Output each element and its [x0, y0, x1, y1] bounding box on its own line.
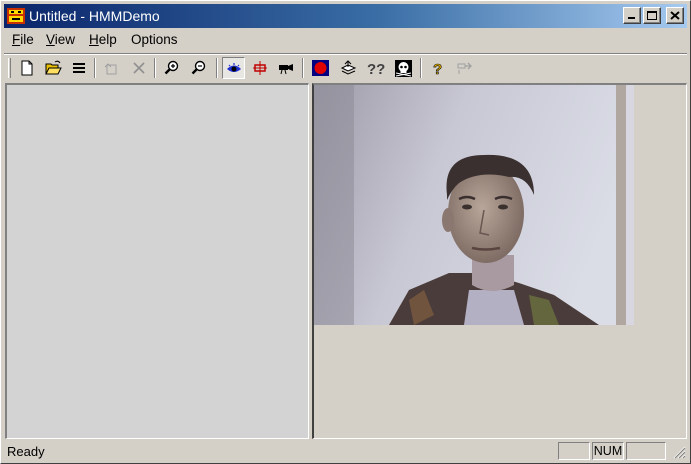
add-to-base-button[interactable] [100, 57, 123, 79]
zoom-out-icon [191, 60, 206, 75]
help-button[interactable]: ? [426, 57, 449, 79]
minimize-button[interactable] [623, 7, 641, 24]
status-bar: Ready NUM [4, 441, 687, 461]
size-grip-icon[interactable] [672, 445, 686, 459]
menu-help-rest: elp [98, 32, 117, 47]
recognize-button[interactable]: ?? [364, 57, 387, 79]
camera-view-pane[interactable] [312, 83, 687, 439]
menu-file-rest: ile [20, 32, 34, 47]
camera-button[interactable] [275, 57, 298, 79]
hmmdemo-app-icon[interactable] [7, 7, 25, 25]
context-help-icon [457, 62, 472, 74]
status-indicator-num: NUM [592, 442, 624, 460]
status-text: Ready [7, 444, 45, 459]
menu-help[interactable]: Help [89, 32, 117, 47]
toolbar-separator [216, 58, 218, 78]
toolbar-grip[interactable] [8, 58, 11, 78]
toolbar: ?? ? [4, 53, 687, 81]
eye-icon [227, 63, 241, 72]
menu-options[interactable]: Options [131, 32, 178, 47]
menu-file-accel: F [12, 32, 21, 47]
zoom-out-button[interactable] [188, 57, 211, 79]
record-icon [312, 60, 329, 76]
menu-view[interactable]: View [46, 32, 75, 47]
menu-help-accel: H [89, 32, 99, 47]
new-button[interactable] [16, 57, 39, 79]
delete-button[interactable] [128, 57, 151, 79]
window-title: Untitled - HMMDemo [29, 8, 160, 24]
zoom-in-icon [164, 60, 179, 75]
record-button[interactable] [309, 57, 332, 79]
menu-view-rest: iew [54, 32, 76, 47]
menu-view-accel: V [46, 32, 55, 47]
title-bar[interactable]: Untitled - HMMDemo [4, 4, 687, 28]
toolbar-separator [94, 58, 96, 78]
skull-button[interactable] [392, 57, 415, 79]
delete-icon [133, 62, 145, 74]
add-to-base-icon [104, 63, 117, 75]
zoom-in-button[interactable] [161, 57, 184, 79]
status-indicator-scroll [626, 442, 666, 460]
camera-icon [279, 64, 293, 75]
context-help-button[interactable] [453, 57, 476, 79]
capture-frame-button[interactable] [249, 57, 272, 79]
capture-frame-icon [253, 61, 267, 75]
recognize-icon: ?? [367, 61, 385, 76]
status-indicator-caps [558, 442, 590, 460]
toolbar-separator [420, 58, 422, 78]
svg-text:?: ? [433, 61, 442, 76]
layers-icon [340, 60, 357, 75]
app-window: Untitled - HMMDemo File View Help Option… [0, 0, 691, 464]
toolbar-separator [154, 58, 156, 78]
layers-button[interactable] [337, 57, 360, 79]
open-folder-icon [45, 60, 62, 75]
maximize-button[interactable] [643, 7, 661, 24]
skull-icon [395, 60, 412, 77]
camera-video-frame [314, 85, 634, 325]
list-icon [73, 63, 85, 73]
list-button[interactable] [68, 57, 91, 79]
menu-bar: File View Help Options [4, 29, 687, 51]
svg-text:??: ?? [367, 61, 385, 76]
close-button[interactable] [666, 7, 684, 24]
new-file-icon [21, 60, 33, 76]
help-icon: ? [433, 61, 443, 76]
toolbar-separator [302, 58, 304, 78]
open-button[interactable] [42, 57, 65, 79]
base-list-pane[interactable] [5, 83, 309, 439]
menu-file[interactable]: File [12, 32, 34, 47]
eye-button[interactable] [222, 57, 245, 79]
